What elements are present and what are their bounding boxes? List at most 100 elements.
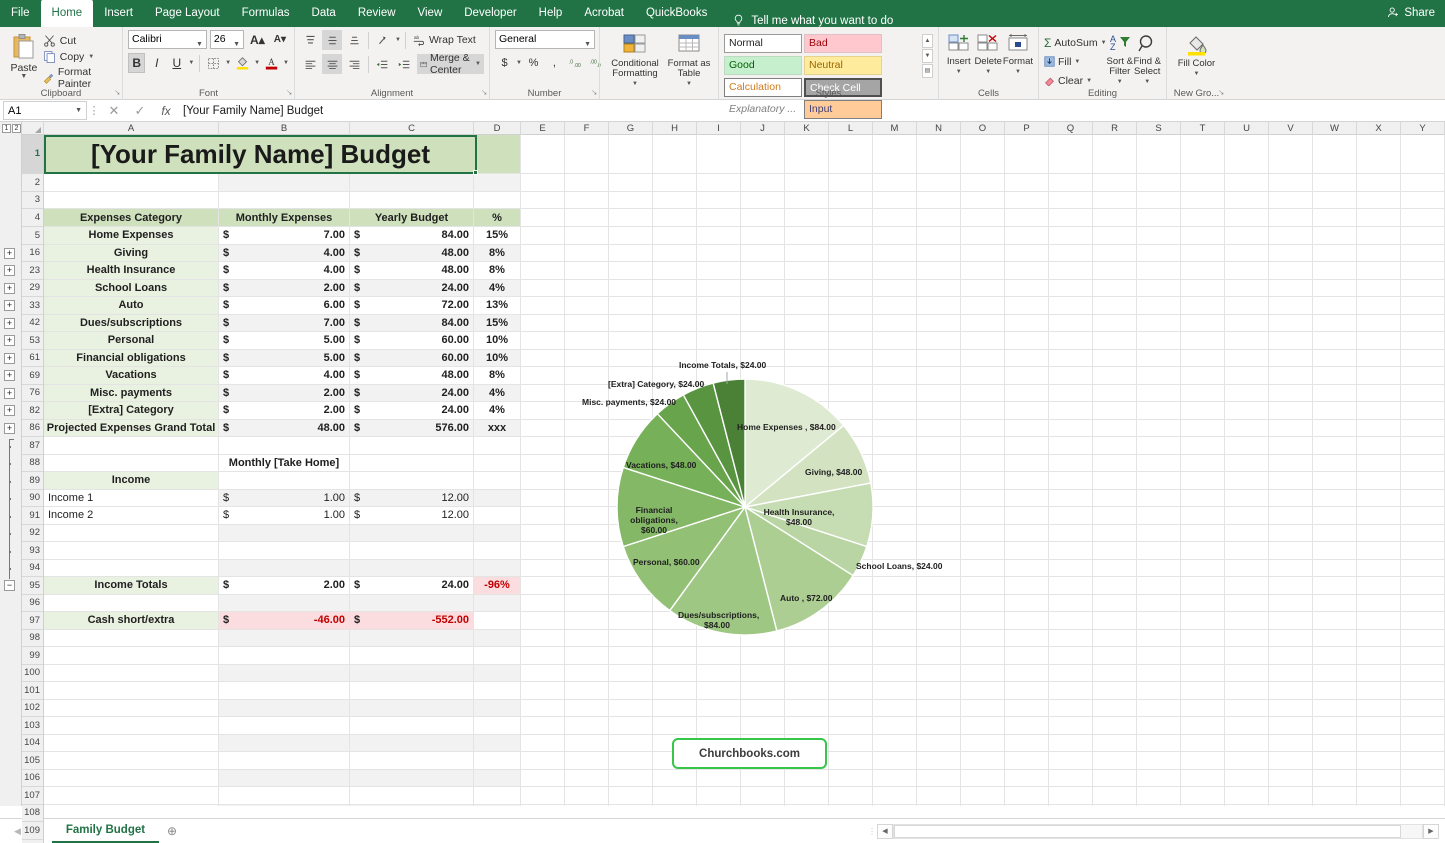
cell[interactable] — [1313, 682, 1357, 699]
cell[interactable] — [350, 560, 474, 577]
cell[interactable] — [741, 805, 785, 807]
cell[interactable] — [1357, 245, 1401, 262]
cell[interactable] — [1357, 787, 1401, 804]
cell[interactable] — [474, 174, 521, 191]
cell[interactable] — [829, 245, 873, 262]
cell[interactable] — [521, 350, 565, 367]
align-middle-button[interactable] — [322, 30, 342, 50]
cell[interactable] — [474, 560, 521, 577]
row-header-103[interactable]: 103 — [22, 717, 43, 735]
cell[interactable] — [1313, 525, 1357, 542]
cell[interactable] — [1313, 595, 1357, 612]
column-header-T[interactable]: T — [1181, 122, 1225, 135]
grow-font-button[interactable]: A▴ — [247, 33, 268, 47]
outline-expand-button-row-16[interactable]: + — [4, 248, 15, 259]
cell[interactable] — [1313, 717, 1357, 734]
category-name[interactable]: Financial obligations — [44, 350, 219, 367]
percent-value[interactable]: 15% — [474, 227, 521, 244]
cell[interactable] — [653, 209, 697, 226]
cell[interactable] — [1181, 402, 1225, 419]
cell[interactable] — [44, 682, 219, 699]
cell[interactable] — [1225, 752, 1269, 769]
underline-chevron-down-icon[interactable]: ▼ — [188, 60, 194, 66]
cell[interactable] — [1005, 245, 1049, 262]
cell[interactable] — [350, 174, 474, 191]
cell[interactable] — [873, 787, 917, 804]
copy-button[interactable]: Copy ▼ — [43, 50, 117, 63]
cell[interactable] — [44, 560, 219, 577]
cell[interactable] — [653, 262, 697, 279]
cell[interactable] — [873, 280, 917, 297]
column-header-L[interactable]: L — [829, 122, 873, 135]
column-header-C[interactable]: C — [350, 122, 474, 135]
row-header-53[interactable]: 53 — [22, 332, 43, 350]
cell[interactable] — [1005, 507, 1049, 524]
cell[interactable] — [1401, 280, 1445, 297]
cell[interactable] — [1093, 332, 1137, 349]
column-header-Q[interactable]: Q — [1049, 122, 1093, 135]
italic-button[interactable]: I — [148, 53, 165, 73]
cell[interactable] — [873, 805, 917, 807]
row-header-90[interactable]: 90 — [22, 490, 43, 508]
cell[interactable] — [1401, 665, 1445, 682]
income-totals-monthly[interactable]: $2.00 — [219, 577, 350, 594]
monthly-expense[interactable]: $4.00 — [219, 245, 350, 262]
cell[interactable] — [1357, 280, 1401, 297]
yearly-budget[interactable]: $48.00 — [350, 245, 474, 262]
cash-short-extra-label[interactable]: Cash short/extra — [44, 612, 219, 629]
cell[interactable] — [1313, 647, 1357, 664]
cell[interactable] — [219, 735, 350, 752]
cell[interactable] — [917, 192, 961, 209]
column-header-F[interactable]: F — [565, 122, 609, 135]
cell[interactable] — [1181, 350, 1225, 367]
cell[interactable] — [350, 665, 474, 682]
cell[interactable] — [1401, 402, 1445, 419]
cell[interactable] — [1005, 297, 1049, 314]
cell[interactable] — [1137, 595, 1181, 612]
cell[interactable] — [350, 770, 474, 787]
row-header-100[interactable]: 100 — [22, 665, 43, 683]
cell[interactable] — [474, 507, 521, 524]
cell[interactable] — [1357, 262, 1401, 279]
cell[interactable] — [474, 700, 521, 717]
cell[interactable] — [1005, 630, 1049, 647]
cell[interactable] — [350, 455, 474, 472]
monthly-expense[interactable]: $7.00 — [219, 315, 350, 332]
cell[interactable] — [1005, 752, 1049, 769]
cell[interactable] — [609, 174, 653, 191]
cell[interactable] — [1313, 437, 1357, 454]
cell[interactable] — [1225, 455, 1269, 472]
fill-color-button[interactable] — [234, 53, 251, 73]
cell[interactable] — [1225, 787, 1269, 804]
cell[interactable] — [521, 577, 565, 594]
cell[interactable] — [741, 192, 785, 209]
currency-chevron-down-icon[interactable]: ▼ — [516, 60, 522, 66]
cell[interactable] — [1181, 227, 1225, 244]
underline-button[interactable]: U — [168, 53, 185, 73]
cell[interactable] — [1093, 455, 1137, 472]
cell[interactable] — [1225, 507, 1269, 524]
tab-acrobat[interactable]: Acrobat — [573, 0, 635, 27]
cell[interactable] — [1225, 367, 1269, 384]
cell[interactable] — [44, 787, 219, 804]
cell[interactable] — [1049, 787, 1093, 804]
cell[interactable] — [1137, 700, 1181, 717]
cell[interactable] — [1093, 385, 1137, 402]
cell[interactable] — [521, 595, 565, 612]
yearly-budget[interactable]: $576.00 — [350, 420, 474, 437]
cell[interactable] — [1225, 595, 1269, 612]
cell[interactable] — [1093, 560, 1137, 577]
cell[interactable] — [741, 280, 785, 297]
cell[interactable] — [697, 787, 741, 804]
cell[interactable] — [1137, 332, 1181, 349]
yearly-budget[interactable]: $24.00 — [350, 402, 474, 419]
cell[interactable] — [521, 174, 565, 191]
cell[interactable] — [44, 595, 219, 612]
cell[interactable] — [1401, 752, 1445, 769]
cell[interactable] — [1005, 385, 1049, 402]
tab-formulas[interactable]: Formulas — [231, 0, 301, 27]
cell[interactable] — [521, 700, 565, 717]
format-chevron-down-icon[interactable]: ▼ — [1015, 67, 1021, 77]
cell[interactable] — [1225, 262, 1269, 279]
cell[interactable] — [1005, 525, 1049, 542]
